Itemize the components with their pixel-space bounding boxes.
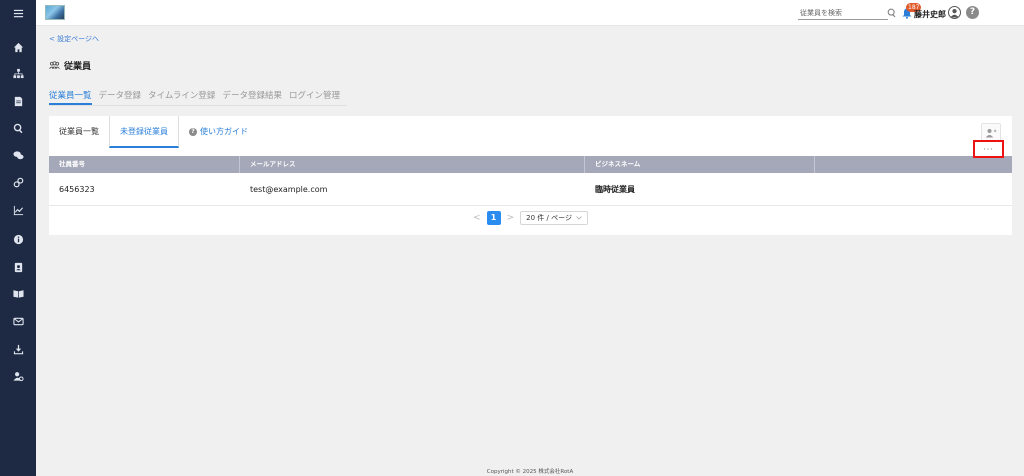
page-title-row: 従業員 [49, 59, 91, 72]
top-tabs: 従業員一覧 データ登録 タイムライン登録 データ登録結果 ログイン管理 [49, 86, 347, 106]
help-icon[interactable]: ? [966, 6, 979, 19]
avatar[interactable] [948, 6, 961, 19]
mail-icon[interactable] [0, 310, 36, 332]
subtab-usage-guide[interactable]: ? 使い方ガイド [179, 116, 258, 148]
download-icon[interactable] [0, 338, 36, 360]
footer-copyright: Copyright © 2025 株式会社RotA [486, 469, 574, 475]
search-icon[interactable] [887, 8, 897, 18]
tab-data-registration[interactable]: データ登録 [99, 86, 142, 105]
home-icon[interactable] [0, 36, 36, 58]
column-header-employee-no: 社員番号 [49, 156, 240, 173]
employee-table: 社員番号 メールアドレス ビジネスネーム 6456323 test@exampl… [49, 156, 1012, 206]
page-size-select[interactable]: 20 件 / ページ [520, 211, 588, 225]
chat-icon[interactable] [0, 144, 36, 166]
org-chart-icon[interactable] [0, 62, 36, 84]
employee-no-cell: 6456323 [59, 185, 95, 194]
search-icon[interactable] [0, 117, 36, 139]
question-icon: ? [189, 128, 197, 136]
column-header-business-name: ビジネスネーム [585, 156, 815, 173]
tab-timeline-registration[interactable]: タイムライン登録 [148, 86, 215, 105]
back-to-settings-link[interactable]: < 設定ページへ [49, 34, 99, 44]
tab-registration-results[interactable]: データ登録結果 [222, 86, 282, 105]
link-icon[interactable] [0, 171, 36, 193]
tab-login-management[interactable]: ログイン管理 [289, 86, 340, 105]
user-settings-icon[interactable] [0, 365, 36, 387]
page-size-label: 20 件 / ページ [526, 214, 572, 222]
column-header-email: メールアドレス [240, 156, 585, 173]
business-name-cell: 臨時従業員 [595, 185, 635, 194]
user-name[interactable]: 藤井史郎 [914, 9, 946, 20]
subtab-unregistered-employees[interactable]: 未登録従業員 [109, 116, 179, 148]
menu-icon[interactable] [0, 2, 36, 24]
pagination: < 1 > 20 件 / ページ [49, 211, 1012, 225]
email-cell: test@example.com [250, 185, 328, 194]
tab-employee-list[interactable]: 従業員一覧 [49, 86, 92, 105]
sub-tabs: 従業員一覧 未登録従業員 ? 使い方ガイド [49, 116, 258, 148]
actions-cell [815, 173, 1012, 205]
add-user-icon [985, 128, 997, 137]
column-header-actions [815, 156, 1012, 173]
employee-search-input[interactable] [798, 7, 888, 20]
employee-card: 従業員一覧 未登録従業員 ? 使い方ガイド 社員番号 メールアドレス ビジネスネ… [49, 116, 1012, 235]
table-header: 社員番号 メールアドレス ビジネスネーム [49, 156, 1012, 173]
company-logo[interactable] [45, 5, 65, 20]
usage-guide-label: 使い方ガイド [200, 127, 248, 136]
table-row: 6456323 test@example.com 臨時従業員 [49, 173, 1012, 206]
chevron-down-icon [576, 216, 582, 220]
document-icon[interactable] [0, 90, 36, 112]
prev-page-button[interactable]: < [473, 213, 481, 223]
user-avatar-icon [950, 9, 959, 18]
sidebar [0, 0, 36, 476]
page-title: 従業員 [64, 62, 92, 72]
book-icon[interactable] [0, 282, 36, 304]
subtab-employee-list[interactable]: 従業員一覧 [49, 116, 109, 148]
info-icon[interactable] [0, 228, 36, 250]
row-more-button[interactable]: ··· [973, 140, 1004, 158]
employees-icon [49, 61, 60, 69]
contacts-icon[interactable] [0, 256, 36, 278]
page-number-button[interactable]: 1 [486, 211, 501, 225]
next-page-button[interactable]: > [507, 213, 515, 223]
chart-icon[interactable] [0, 199, 36, 221]
